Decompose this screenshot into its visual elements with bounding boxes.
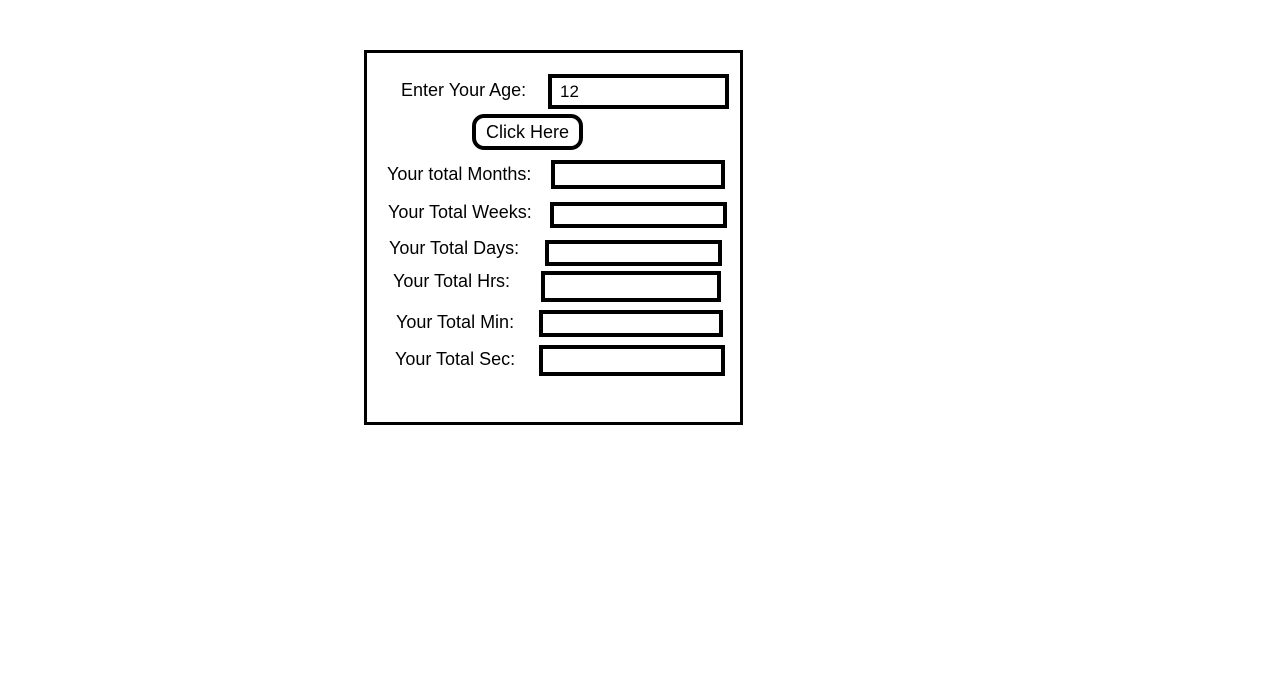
age-calculator-panel: Enter Your Age: Click Here Your total Mo…	[364, 50, 743, 425]
hours-label: Your Total Hrs:	[393, 271, 511, 291]
days-output-field[interactable]	[545, 240, 722, 266]
hours-output-field[interactable]	[541, 271, 721, 302]
months-label: Your total Months:	[387, 164, 532, 184]
months-output-field[interactable]	[551, 160, 725, 189]
minutes-label: Your Total Min:	[396, 312, 515, 332]
weeks-label: Your Total Weeks:	[388, 202, 532, 222]
seconds-label: Your Total Sec:	[395, 349, 516, 369]
days-label: Your Total Days:	[389, 238, 520, 258]
age-input[interactable]	[548, 74, 729, 109]
weeks-output-field[interactable]	[550, 202, 727, 228]
seconds-output-field[interactable]	[539, 345, 725, 376]
age-label: Enter Your Age:	[401, 80, 527, 100]
click-here-button[interactable]: Click Here	[472, 114, 583, 150]
minutes-output-field[interactable]	[539, 310, 723, 337]
